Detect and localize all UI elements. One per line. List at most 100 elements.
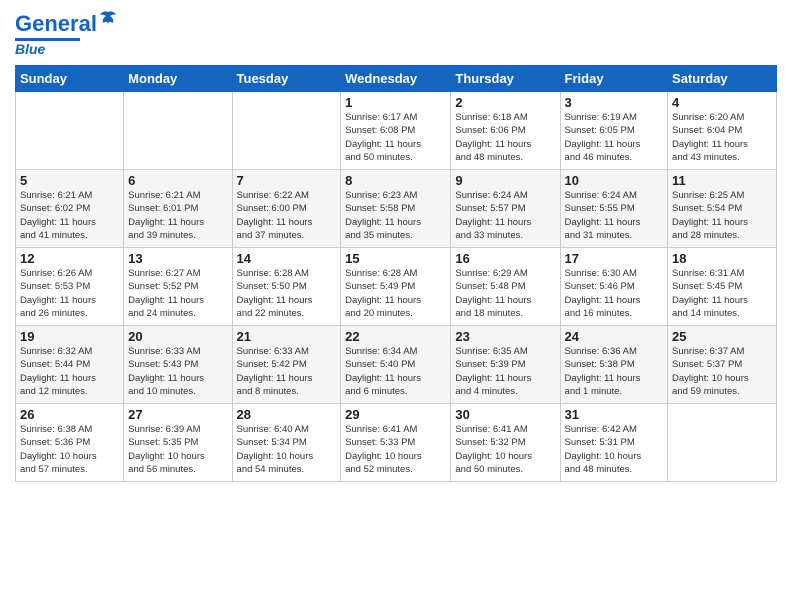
header: General Blue	[15, 10, 777, 57]
day-number: 7	[237, 173, 337, 188]
day-info: Sunrise: 6:29 AM Sunset: 5:48 PM Dayligh…	[455, 267, 555, 320]
day-info: Sunrise: 6:42 AM Sunset: 5:31 PM Dayligh…	[565, 423, 664, 476]
day-number: 15	[345, 251, 446, 266]
day-info: Sunrise: 6:41 AM Sunset: 5:33 PM Dayligh…	[345, 423, 446, 476]
day-info: Sunrise: 6:24 AM Sunset: 5:57 PM Dayligh…	[455, 189, 555, 242]
day-number: 2	[455, 95, 555, 110]
day-info: Sunrise: 6:38 AM Sunset: 5:36 PM Dayligh…	[20, 423, 119, 476]
weekday-thursday: Thursday	[451, 66, 560, 92]
day-number: 12	[20, 251, 119, 266]
day-info: Sunrise: 6:27 AM Sunset: 5:52 PM Dayligh…	[128, 267, 227, 320]
week-row-2: 5Sunrise: 6:21 AM Sunset: 6:02 PM Daylig…	[16, 170, 777, 248]
day-cell-24: 24Sunrise: 6:36 AM Sunset: 5:38 PM Dayli…	[560, 326, 668, 404]
day-cell-3: 3Sunrise: 6:19 AM Sunset: 6:05 PM Daylig…	[560, 92, 668, 170]
weekday-friday: Friday	[560, 66, 668, 92]
day-cell-2: 2Sunrise: 6:18 AM Sunset: 6:06 PM Daylig…	[451, 92, 560, 170]
day-number: 8	[345, 173, 446, 188]
day-info: Sunrise: 6:35 AM Sunset: 5:39 PM Dayligh…	[455, 345, 555, 398]
day-number: 20	[128, 329, 227, 344]
day-number: 3	[565, 95, 664, 110]
day-info: Sunrise: 6:20 AM Sunset: 6:04 PM Dayligh…	[672, 111, 772, 164]
day-info: Sunrise: 6:17 AM Sunset: 6:08 PM Dayligh…	[345, 111, 446, 164]
day-info: Sunrise: 6:41 AM Sunset: 5:32 PM Dayligh…	[455, 423, 555, 476]
day-number: 4	[672, 95, 772, 110]
day-cell-13: 13Sunrise: 6:27 AM Sunset: 5:52 PM Dayli…	[124, 248, 232, 326]
day-info: Sunrise: 6:36 AM Sunset: 5:38 PM Dayligh…	[565, 345, 664, 398]
week-row-1: 1Sunrise: 6:17 AM Sunset: 6:08 PM Daylig…	[16, 92, 777, 170]
day-info: Sunrise: 6:26 AM Sunset: 5:53 PM Dayligh…	[20, 267, 119, 320]
day-number: 6	[128, 173, 227, 188]
day-cell-8: 8Sunrise: 6:23 AM Sunset: 5:58 PM Daylig…	[341, 170, 451, 248]
day-info: Sunrise: 6:25 AM Sunset: 5:54 PM Dayligh…	[672, 189, 772, 242]
empty-cell	[16, 92, 124, 170]
day-cell-23: 23Sunrise: 6:35 AM Sunset: 5:39 PM Dayli…	[451, 326, 560, 404]
day-cell-14: 14Sunrise: 6:28 AM Sunset: 5:50 PM Dayli…	[232, 248, 341, 326]
empty-cell	[124, 92, 232, 170]
day-info: Sunrise: 6:40 AM Sunset: 5:34 PM Dayligh…	[237, 423, 337, 476]
day-cell-18: 18Sunrise: 6:31 AM Sunset: 5:45 PM Dayli…	[668, 248, 777, 326]
day-info: Sunrise: 6:37 AM Sunset: 5:37 PM Dayligh…	[672, 345, 772, 398]
day-number: 21	[237, 329, 337, 344]
day-number: 10	[565, 173, 664, 188]
day-number: 25	[672, 329, 772, 344]
calendar-container: General Blue SundayMondayTuesdayWednesda…	[0, 0, 792, 492]
day-number: 17	[565, 251, 664, 266]
day-number: 28	[237, 407, 337, 422]
day-number: 11	[672, 173, 772, 188]
day-info: Sunrise: 6:28 AM Sunset: 5:50 PM Dayligh…	[237, 267, 337, 320]
day-cell-26: 26Sunrise: 6:38 AM Sunset: 5:36 PM Dayli…	[16, 404, 124, 482]
day-info: Sunrise: 6:32 AM Sunset: 5:44 PM Dayligh…	[20, 345, 119, 398]
week-row-4: 19Sunrise: 6:32 AM Sunset: 5:44 PM Dayli…	[16, 326, 777, 404]
day-number: 31	[565, 407, 664, 422]
day-number: 30	[455, 407, 555, 422]
day-info: Sunrise: 6:39 AM Sunset: 5:35 PM Dayligh…	[128, 423, 227, 476]
weekday-header-row: SundayMondayTuesdayWednesdayThursdayFrid…	[16, 66, 777, 92]
day-number: 5	[20, 173, 119, 188]
calendar-table: SundayMondayTuesdayWednesdayThursdayFrid…	[15, 65, 777, 482]
day-number: 9	[455, 173, 555, 188]
day-cell-15: 15Sunrise: 6:28 AM Sunset: 5:49 PM Dayli…	[341, 248, 451, 326]
day-cell-28: 28Sunrise: 6:40 AM Sunset: 5:34 PM Dayli…	[232, 404, 341, 482]
logo-text: General	[15, 13, 97, 35]
day-info: Sunrise: 6:21 AM Sunset: 6:02 PM Dayligh…	[20, 189, 119, 242]
day-info: Sunrise: 6:18 AM Sunset: 6:06 PM Dayligh…	[455, 111, 555, 164]
weekday-sunday: Sunday	[16, 66, 124, 92]
day-info: Sunrise: 6:23 AM Sunset: 5:58 PM Dayligh…	[345, 189, 446, 242]
empty-cell	[232, 92, 341, 170]
day-info: Sunrise: 6:30 AM Sunset: 5:46 PM Dayligh…	[565, 267, 664, 320]
day-number: 1	[345, 95, 446, 110]
day-info: Sunrise: 6:28 AM Sunset: 5:49 PM Dayligh…	[345, 267, 446, 320]
day-number: 14	[237, 251, 337, 266]
day-cell-16: 16Sunrise: 6:29 AM Sunset: 5:48 PM Dayli…	[451, 248, 560, 326]
day-info: Sunrise: 6:34 AM Sunset: 5:40 PM Dayligh…	[345, 345, 446, 398]
weekday-monday: Monday	[124, 66, 232, 92]
day-info: Sunrise: 6:33 AM Sunset: 5:42 PM Dayligh…	[237, 345, 337, 398]
weekday-tuesday: Tuesday	[232, 66, 341, 92]
day-cell-11: 11Sunrise: 6:25 AM Sunset: 5:54 PM Dayli…	[668, 170, 777, 248]
week-row-5: 26Sunrise: 6:38 AM Sunset: 5:36 PM Dayli…	[16, 404, 777, 482]
day-info: Sunrise: 6:33 AM Sunset: 5:43 PM Dayligh…	[128, 345, 227, 398]
day-cell-27: 27Sunrise: 6:39 AM Sunset: 5:35 PM Dayli…	[124, 404, 232, 482]
day-cell-5: 5Sunrise: 6:21 AM Sunset: 6:02 PM Daylig…	[16, 170, 124, 248]
day-number: 24	[565, 329, 664, 344]
logo-general: General	[15, 11, 97, 36]
logo-blue: Blue	[15, 41, 45, 57]
day-number: 22	[345, 329, 446, 344]
day-number: 16	[455, 251, 555, 266]
day-number: 18	[672, 251, 772, 266]
day-cell-6: 6Sunrise: 6:21 AM Sunset: 6:01 PM Daylig…	[124, 170, 232, 248]
day-info: Sunrise: 6:31 AM Sunset: 5:45 PM Dayligh…	[672, 267, 772, 320]
day-cell-19: 19Sunrise: 6:32 AM Sunset: 5:44 PM Dayli…	[16, 326, 124, 404]
weekday-wednesday: Wednesday	[341, 66, 451, 92]
logo-bird-icon	[99, 10, 117, 32]
empty-cell	[668, 404, 777, 482]
day-cell-17: 17Sunrise: 6:30 AM Sunset: 5:46 PM Dayli…	[560, 248, 668, 326]
day-cell-10: 10Sunrise: 6:24 AM Sunset: 5:55 PM Dayli…	[560, 170, 668, 248]
day-cell-4: 4Sunrise: 6:20 AM Sunset: 6:04 PM Daylig…	[668, 92, 777, 170]
day-cell-7: 7Sunrise: 6:22 AM Sunset: 6:00 PM Daylig…	[232, 170, 341, 248]
day-cell-22: 22Sunrise: 6:34 AM Sunset: 5:40 PM Dayli…	[341, 326, 451, 404]
day-number: 26	[20, 407, 119, 422]
day-number: 27	[128, 407, 227, 422]
day-info: Sunrise: 6:21 AM Sunset: 6:01 PM Dayligh…	[128, 189, 227, 242]
day-info: Sunrise: 6:19 AM Sunset: 6:05 PM Dayligh…	[565, 111, 664, 164]
